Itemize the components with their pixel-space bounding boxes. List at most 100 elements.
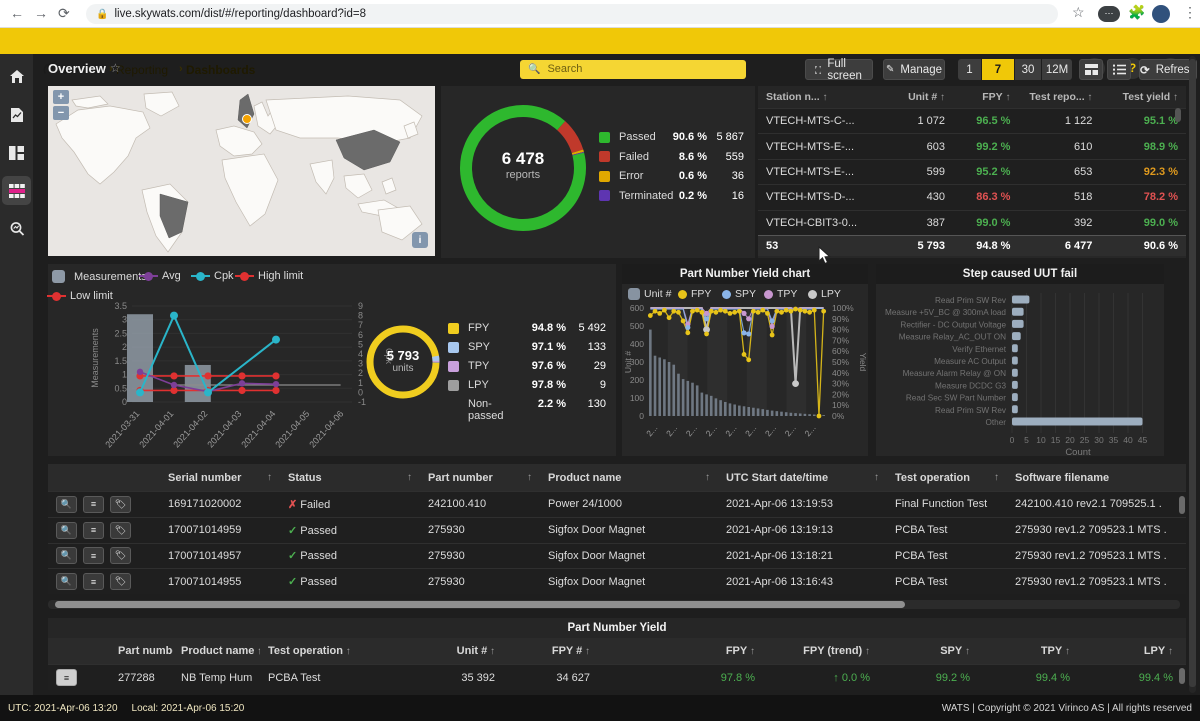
refresh-icon: ⟳	[1140, 64, 1150, 77]
list-view-button[interactable]	[1107, 59, 1131, 80]
station-table-scrollbar[interactable]	[1175, 108, 1181, 122]
pn-yield-col-header[interactable]: FPY ↑	[598, 645, 763, 657]
report-table-row[interactable]: 🔍 ≡ 🏷 170071014955 ✓ Passed 275930 Sigfox Door…	[48, 568, 1186, 595]
station-table-row[interactable]: VTECH-CBIT3-0... 387 99.0 % 392 99.0 %	[758, 209, 1186, 235]
report-col-header[interactable]: Part number ↑	[420, 472, 540, 484]
legend-swatch	[52, 270, 65, 283]
svg-text:2...: 2...	[723, 423, 738, 438]
map-zoom-in-button[interactable]: +	[53, 90, 69, 104]
breadcrumb-reporting[interactable]: Reporting	[116, 63, 168, 77]
breadcrumb-dashboards[interactable]: Dashboards	[186, 63, 255, 77]
report-table-hscroll-track[interactable]	[48, 600, 1180, 609]
measurements-legend-item[interactable]: Avg	[139, 270, 181, 282]
pn-yield-col-header[interactable]: TPY ↑	[978, 645, 1078, 657]
station-col-header[interactable]: FPY ↑	[953, 91, 1018, 103]
report-col-header[interactable]: Status ↑	[280, 472, 420, 484]
range-button-1[interactable]: 1	[958, 59, 981, 80]
manage-button[interactable]: ✎ Manage	[883, 59, 945, 80]
forward-icon[interactable]: →	[34, 4, 48, 22]
svg-text:100%: 100%	[832, 303, 854, 313]
range-button-7[interactable]: 7	[982, 59, 1014, 80]
pn-yield-col-header[interactable]: Test operation ↑	[260, 645, 393, 657]
repair-flag-button[interactable]: 🏷	[110, 573, 131, 591]
report-col-header[interactable]: Software filename	[1007, 472, 1182, 484]
report-menu-button[interactable]: ≡	[83, 573, 104, 591]
station-table-row[interactable]: VTECH-MTS-E-... 603 99.2 % 610 98.9 %	[758, 133, 1186, 159]
pny-legend-item[interactable]: FPY	[678, 288, 711, 300]
pny-legend-item[interactable]: SPY	[722, 288, 756, 300]
report-menu-button[interactable]: ≡	[83, 547, 104, 565]
fullscreen-button[interactable]: Full screen	[805, 58, 873, 82]
map-zoom-out-button[interactable]: −	[53, 106, 69, 120]
extensions-panel-icon[interactable]: ⋯	[1098, 6, 1120, 22]
pn-yield-col-header[interactable]: Unit # ↑	[393, 645, 503, 657]
sidebar-item-analyze[interactable]	[2, 214, 31, 243]
report-table-hscroll-thumb[interactable]	[55, 601, 905, 608]
global-search-input[interactable]: 🔍 Search	[520, 59, 746, 79]
report-table-row[interactable]: 🔍 ≡ 🏷 170071014959 ✓ Passed 275930 Sigfox Door…	[48, 516, 1186, 543]
legend-count: 133	[587, 341, 606, 353]
url-bar[interactable]: 🔒 live.skywats.com/dist/#/reporting/dash…	[86, 4, 1058, 24]
report-table-scrollbar[interactable]	[1179, 496, 1185, 514]
repair-flag-button[interactable]: 🏷	[110, 495, 131, 513]
sidebar-item-home[interactable]	[2, 62, 31, 91]
view-report-button[interactable]: 🔍	[56, 573, 77, 591]
repair-flag-button[interactable]: 🏷	[110, 547, 131, 565]
back-icon[interactable]: ←	[10, 4, 24, 22]
pn-yield-col-header[interactable]: SPY ↑	[878, 645, 978, 657]
report-col-header[interactable]: Product name ↑	[540, 472, 718, 484]
report-table-row[interactable]: 🔍 ≡ 🏷 170071014957 ✓ Passed 275930 Sigfox Door…	[48, 542, 1186, 569]
report-col-header[interactable]: Serial number ↑	[160, 472, 280, 484]
view-report-button[interactable]: 🔍	[56, 521, 77, 539]
repair-flag-button[interactable]: 🏷	[110, 521, 131, 539]
range-button-30[interactable]: 30	[1015, 59, 1041, 80]
station-col-header[interactable]: Test repo... ↑	[1018, 91, 1100, 103]
measurements-legend-item[interactable]: High limit	[235, 270, 303, 282]
station-col-header[interactable]: Unit # ↑	[895, 91, 953, 103]
pn-yield-col-header[interactable]: Product name ↑	[173, 645, 260, 657]
station-col-header[interactable]: Station n... ↑	[758, 91, 895, 103]
pny-legend-item[interactable]: Unit #	[628, 288, 671, 300]
station-cell: 86.3 %	[976, 191, 1011, 204]
favorite-star-icon[interactable]: ☆	[110, 61, 121, 75]
map-info-button[interactable]: i	[412, 232, 428, 248]
report-col-header[interactable]: UTC Start date/time ↑	[718, 472, 887, 484]
pn-yield-col-header[interactable]: FPY (trend) ↑	[763, 645, 878, 657]
report-menu-button[interactable]: ≡	[83, 521, 104, 539]
range-button-12m[interactable]: 12M	[1042, 59, 1072, 80]
reload-icon[interactable]: ⟳	[58, 4, 70, 22]
svg-text:2021-04-02: 2021-04-02	[171, 409, 209, 450]
station-table-row[interactable]: VTECH-MTS-E-... 599 95.2 % 653 92.3 %	[758, 158, 1186, 185]
view-report-button[interactable]: 🔍	[56, 547, 77, 565]
sidebar-item-dashboards[interactable]	[2, 138, 31, 167]
world-map-widget[interactable]: + − i	[48, 86, 435, 256]
browser-menu-icon[interactable]: ⋮	[1183, 3, 1197, 21]
svg-text:2: 2	[122, 342, 127, 352]
pn-yield-col-header[interactable]: Part number ↑	[110, 645, 173, 657]
sidebar-item-reports[interactable]	[2, 100, 31, 129]
measurements-legend-item[interactable]: Cpk	[191, 270, 234, 282]
report-table-row[interactable]: 🔍 ≡ 🏷 169171020002 ✗ Failed 242100.410 Power 2…	[48, 491, 1186, 517]
pny-legend-item[interactable]: LPY	[808, 288, 841, 300]
pn-yield-table-scrollbar[interactable]	[1179, 668, 1185, 684]
report-menu-button[interactable]: ≡	[83, 495, 104, 513]
puzzle-icon[interactable]: 🧩	[1128, 3, 1145, 21]
station-table-row[interactable]: VTECH-MTS-D-... 430 86.3 % 518 78.2 %	[758, 184, 1186, 210]
measurements-legend-item[interactable]: Measurements	[52, 270, 147, 283]
bookmark-star-icon[interactable]: ☆	[1072, 3, 1085, 21]
status-cell: ✓ Passed	[288, 576, 337, 589]
report-col-header[interactable]: Test operation ↑	[887, 472, 1007, 484]
card-view-button[interactable]	[1079, 59, 1103, 80]
view-report-button[interactable]: 🔍	[56, 495, 77, 513]
pny-legend-item[interactable]: TPY	[764, 288, 797, 300]
station-col-header[interactable]: Test yield ↑	[1100, 91, 1186, 103]
pn-yield-row[interactable]: ≡ 277288 NB Temp Hum PCBA Test 35 392 34 627 9…	[48, 664, 1186, 690]
page-scrollbar-thumb[interactable]	[1189, 59, 1196, 687]
pn-yield-col-header[interactable]: FPY # ↑	[503, 645, 598, 657]
pn-yield-col-header[interactable]: LPY ↑	[1078, 645, 1181, 657]
page-scrollbar-track[interactable]	[1189, 56, 1196, 693]
browser-avatar[interactable]	[1152, 5, 1170, 23]
station-table-row[interactable]: VTECH-MTS-C-... 1 072 96.5 % 1 122 95.1 %	[758, 108, 1186, 134]
sidebar-item-dashboard-preview-active[interactable]	[2, 176, 31, 205]
pn-menu-button[interactable]: ≡	[56, 669, 77, 686]
